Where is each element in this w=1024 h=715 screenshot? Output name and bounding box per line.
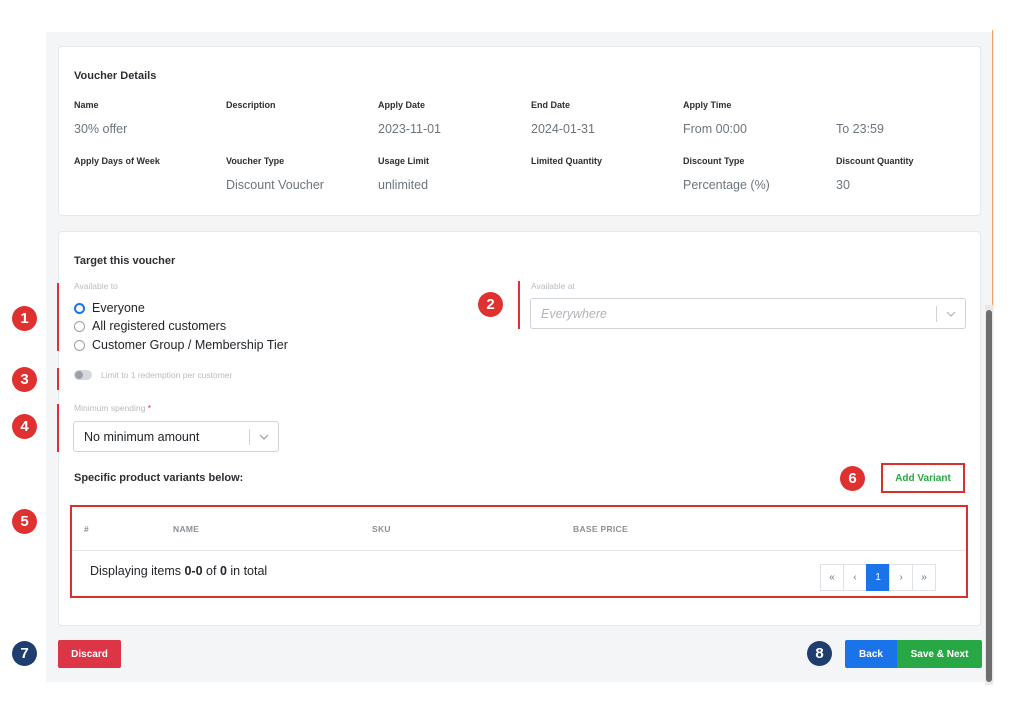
detail-value-name: 30% offer (74, 122, 128, 136)
annotation-badge-3: 3 (12, 367, 37, 392)
detail-label-name: Name (74, 100, 99, 110)
available-at-select[interactable]: Everywhere (530, 298, 966, 329)
limit-redemption-row[interactable]: Limit to 1 redemption per customer (74, 370, 232, 380)
minimum-spending-select[interactable]: No minimum amount (73, 421, 279, 452)
chevron-down-icon[interactable] (250, 434, 278, 440)
footer-prefix: Displaying items (90, 564, 185, 578)
annotation-badge-4: 4 (12, 414, 37, 439)
variants-table: # NAME SKU BASE PRICE Displaying items 0… (70, 505, 968, 598)
save-next-button[interactable]: Save & Next (897, 640, 982, 668)
footer-range: 0-0 (184, 564, 203, 578)
footer-suffix: in total (226, 564, 268, 578)
detail-value-voucher-type: Discount Voucher (226, 178, 324, 192)
back-button[interactable]: Back (845, 640, 897, 668)
table-header: # NAME SKU BASE PRICE (72, 507, 966, 551)
detail-label-apply-time: Apply Time (683, 100, 732, 110)
detail-label-apply-date: Apply Date (378, 100, 426, 110)
radio-label-everyone: Everyone (92, 301, 145, 315)
detail-value-discount-quantity: 30 (836, 178, 850, 192)
variants-heading: Specific product variants below: (74, 472, 244, 484)
detail-value-end-date: 2024-01-31 (531, 122, 595, 136)
table-footer-summary: Displaying items 0-0 of 0 in total (90, 564, 267, 578)
minimum-spending-label-text: Minimum spending (74, 403, 146, 413)
annotation-badge-2: 2 (478, 292, 503, 317)
detail-value-usage-limit: unlimited (378, 178, 429, 192)
available-at-label: Available at (531, 281, 575, 291)
toggle-knob (75, 371, 83, 379)
detail-value-discount-type: Percentage (%) (683, 178, 770, 192)
detail-label-apply-days: Apply Days of Week (74, 156, 160, 166)
annotation-badge-5: 5 (12, 509, 37, 534)
column-header-sku: SKU (372, 524, 391, 534)
footer-total: 0 (219, 564, 227, 578)
minimum-spending-label: Minimum spending * (74, 403, 151, 413)
radio-option-registered[interactable]: All registered customers (74, 319, 226, 333)
required-mark: * (147, 403, 152, 413)
annotation-bar-1 (57, 283, 59, 351)
column-header-base-price: BASE PRICE (573, 524, 628, 534)
annotation-badge-7: 7 (12, 641, 37, 666)
available-to-label: Available to (74, 281, 118, 291)
add-variant-button[interactable]: Add Variant (881, 463, 965, 493)
annotation-badge-1: 1 (12, 306, 37, 331)
radio-option-everyone[interactable]: Everyone (74, 301, 145, 315)
radio-unchecked-icon[interactable] (74, 320, 85, 332)
scrollbar-thumb[interactable] (986, 310, 992, 682)
target-voucher-title: Target this voucher (74, 255, 176, 267)
annotation-badge-8: 8 (807, 641, 832, 666)
pager-page-button[interactable]: 1 (866, 564, 890, 591)
available-at-placeholder: Everywhere (541, 306, 607, 321)
voucher-details-title: Voucher Details (74, 70, 157, 82)
discard-button[interactable]: Discard (58, 640, 121, 668)
limit-redemption-label: Limit to 1 redemption per customer (101, 370, 233, 380)
annotation-bar-4 (57, 404, 59, 452)
chevron-down-icon[interactable] (937, 311, 965, 317)
detail-value-apply-date: 2023-11-01 (378, 122, 442, 136)
pagination: « ‹ 1 › » (820, 564, 936, 591)
pager-first-button[interactable]: « (820, 564, 844, 591)
footer-mid: of (202, 564, 220, 578)
detail-value-apply-time-to: To 23:59 (836, 122, 884, 136)
annotation-bar-2 (518, 281, 520, 329)
minimum-spending-value: No minimum amount (84, 429, 200, 444)
detail-label-usage-limit: Usage Limit (378, 156, 430, 166)
limit-redemption-toggle[interactable] (74, 370, 92, 380)
radio-unchecked-icon[interactable] (74, 339, 85, 351)
radio-option-customer-group[interactable]: Customer Group / Membership Tier (74, 338, 288, 352)
column-header-index: # (84, 524, 90, 534)
pager-prev-button[interactable]: ‹ (843, 564, 867, 591)
annotation-badge-6: 6 (840, 466, 865, 491)
pager-last-button[interactable]: » (912, 564, 936, 591)
detail-value-apply-time-from: From 00:00 (683, 122, 747, 136)
column-header-name: NAME (173, 524, 200, 534)
radio-checked-icon[interactable] (74, 302, 85, 314)
detail-label-description: Description (226, 100, 276, 110)
pager-next-button[interactable]: › (889, 564, 913, 591)
detail-label-voucher-type: Voucher Type (226, 156, 285, 166)
detail-label-discount-quantity: Discount Quantity (836, 156, 914, 166)
radio-label-customer-group: Customer Group / Membership Tier (92, 338, 288, 352)
annotation-bar-3 (57, 368, 59, 390)
detail-label-limited-quantity: Limited Quantity (531, 156, 603, 166)
detail-label-end-date: End Date (531, 100, 571, 110)
detail-label-discount-type: Discount Type (683, 156, 745, 166)
radio-label-registered: All registered customers (92, 319, 227, 333)
